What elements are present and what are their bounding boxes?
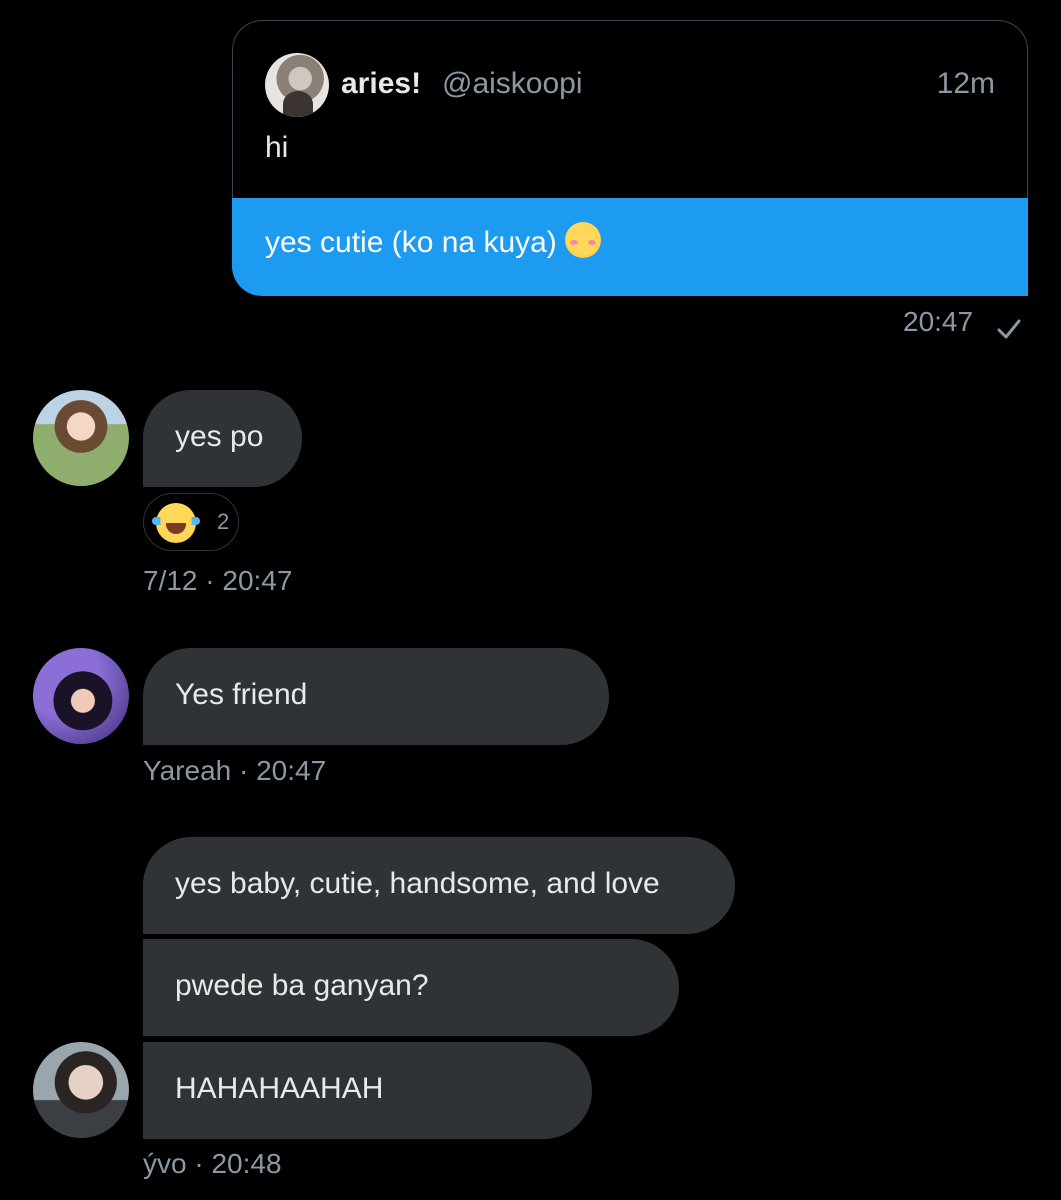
message-meta: 7/12 · 20:47 <box>143 565 293 596</box>
reaction-count: 2 <box>217 509 230 534</box>
quoted-tweet-time: 12m <box>936 67 995 100</box>
outgoing-message-card[interactable]: aries! @aiskoopi 12m hi yes cutie (ko na… <box>232 20 1028 296</box>
sender-avatar-3[interactable] <box>33 1042 129 1138</box>
incoming-message-bubble[interactable]: yes po <box>143 390 302 487</box>
incoming-message-bubble[interactable]: Yes friend <box>143 648 609 745</box>
check-icon <box>997 319 1021 339</box>
quoted-tweet-text: hi <box>265 131 289 164</box>
message-text: HAHAHAAHAH <box>175 1072 384 1105</box>
incoming-message-bubble[interactable]: HAHAHAAHAH <box>143 1042 592 1139</box>
message-meta: Yareah · 20:47 <box>143 755 327 786</box>
message-text: pwede ba ganyan? <box>175 969 429 1002</box>
quoted-tweet-author-handle: @aiskoopi <box>442 67 583 100</box>
message-text: yes baby, cutie, handsome, and love <box>175 867 660 900</box>
quoted-tweet-author-name: aries! <box>341 67 422 100</box>
outgoing-message-text: yes cutie (ko na kuya) <box>265 222 601 260</box>
sender-avatar-2[interactable] <box>33 648 129 744</box>
message-meta: ývo · 20:48 <box>143 1148 282 1179</box>
tears-of-joy-emoji-icon <box>152 503 200 543</box>
quoted-tweet-avatar <box>265 53 329 117</box>
incoming-message-bubble[interactable]: yes baby, cutie, handsome, and love <box>143 837 735 934</box>
quoted-tweet[interactable]: aries! @aiskoopi 12m hi <box>232 20 1028 217</box>
reaction-badge[interactable]: 2 <box>143 493 239 551</box>
message-text: Yes friend <box>175 678 308 711</box>
outgoing-timestamp: 20:47 <box>903 306 974 337</box>
outgoing-message-bubble[interactable]: yes cutie (ko na kuya) <box>232 198 1028 296</box>
sender-avatar-1[interactable] <box>33 390 129 486</box>
message-text: yes po <box>175 420 264 453</box>
incoming-message-bubble[interactable]: pwede ba ganyan? <box>143 939 679 1036</box>
smiling-blush-emoji-icon <box>564 222 601 258</box>
